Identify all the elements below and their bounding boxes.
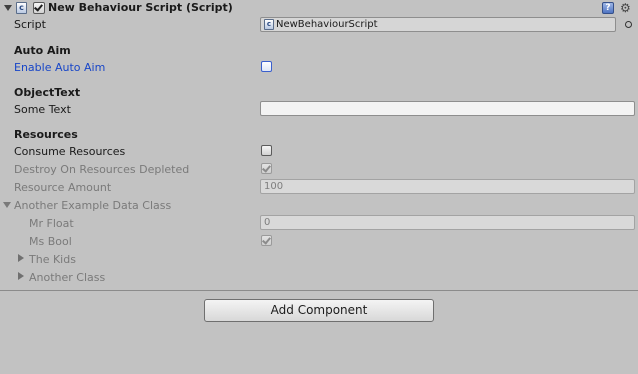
script-file-icon: c	[264, 19, 274, 30]
enable-auto-aim-checkbox[interactable]	[261, 61, 272, 72]
enable-auto-aim-label[interactable]: Enable Auto Aim	[14, 61, 105, 74]
add-component-button[interactable]: Add Component	[204, 299, 434, 322]
object-text-header: ObjectText	[14, 86, 81, 99]
component-title: New Behaviour Script (Script)	[48, 1, 233, 14]
script-file-glyph: c	[266, 20, 272, 28]
ms-bool-checkbox[interactable]	[261, 235, 272, 246]
help-icon[interactable]: ?	[602, 2, 614, 14]
gear-glyph: ⚙	[620, 1, 631, 15]
example-class-foldout-icon[interactable]	[3, 202, 11, 208]
gear-icon[interactable]: ⚙	[620, 2, 631, 14]
resource-amount-input[interactable]: 100	[260, 179, 635, 194]
resource-amount-label: Resource Amount	[14, 181, 112, 194]
script-object-field[interactable]: c NewBehaviourScript	[260, 17, 616, 32]
script-value: NewBehaviourScript	[276, 19, 378, 30]
the-kids-foldout-icon[interactable]	[18, 254, 24, 262]
script-icon-glyph: c	[19, 3, 24, 12]
object-picker-icon[interactable]	[625, 21, 632, 28]
consume-resources-label: Consume Resources	[14, 145, 126, 158]
check-mark-icon	[262, 235, 271, 245]
check-mark-icon	[262, 163, 271, 173]
resources-header: Resources	[14, 128, 78, 141]
mr-float-input[interactable]: 0	[260, 215, 635, 230]
auto-aim-header: Auto Aim	[14, 44, 71, 57]
ms-bool-label: Ms Bool	[29, 235, 72, 248]
component-header: c New Behaviour Script (Script) ? ⚙	[0, 0, 638, 17]
component-enabled-checkbox[interactable]	[33, 2, 45, 14]
consume-resources-checkbox[interactable]	[261, 145, 272, 156]
script-icon: c	[16, 2, 27, 14]
example-class-label[interactable]: Another Example Data Class	[14, 199, 171, 212]
the-kids-label[interactable]: The Kids	[29, 253, 76, 266]
script-label: Script	[14, 18, 46, 31]
some-text-input[interactable]	[260, 101, 635, 116]
section-divider	[0, 290, 638, 291]
foldout-arrow-icon[interactable]	[4, 5, 12, 11]
help-glyph: ?	[605, 3, 611, 13]
some-text-label: Some Text	[14, 103, 71, 116]
mr-float-label: Mr Float	[29, 217, 74, 230]
another-class-label[interactable]: Another Class	[29, 271, 105, 284]
check-mark-icon	[34, 2, 43, 12]
destroy-on-depleted-checkbox[interactable]	[261, 163, 272, 174]
destroy-on-depleted-label: Destroy On Resources Depleted	[14, 163, 190, 176]
another-class-foldout-icon[interactable]	[18, 272, 24, 280]
